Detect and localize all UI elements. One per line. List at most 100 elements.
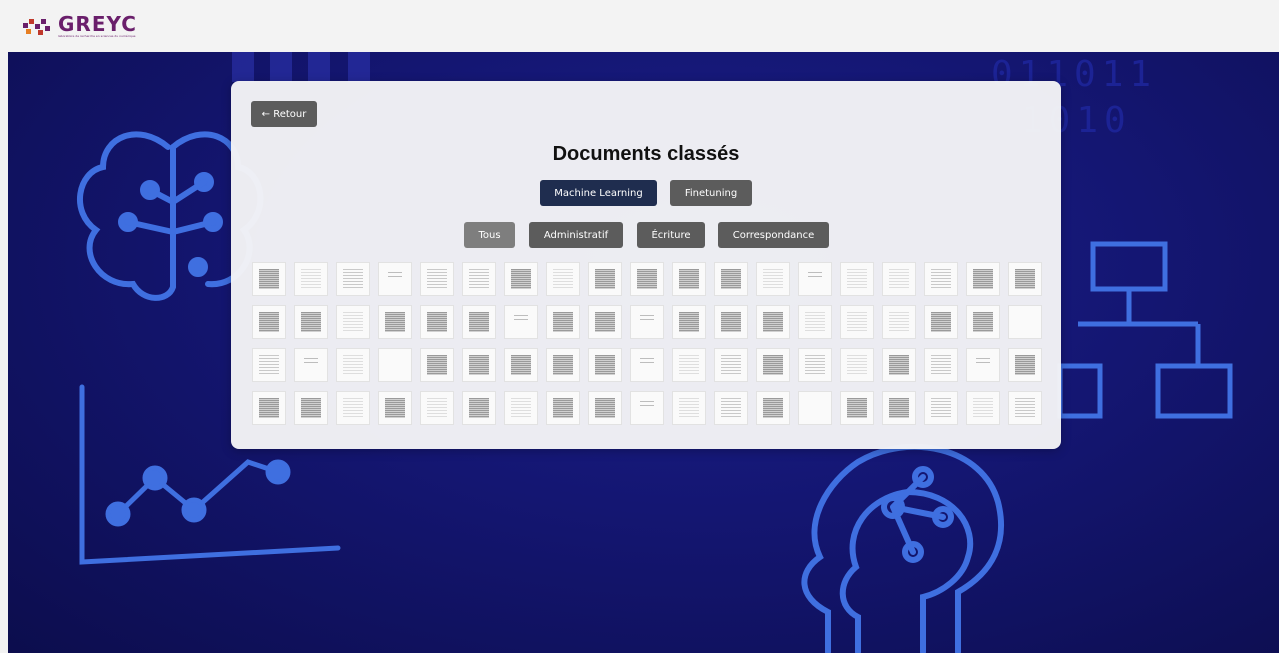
document-thumbnail[interactable] — [546, 348, 580, 382]
document-thumbnail[interactable] — [924, 305, 958, 339]
document-thumbnail[interactable] — [630, 305, 664, 339]
document-thumbnail[interactable] — [840, 348, 874, 382]
document-thumbnail[interactable] — [420, 262, 454, 296]
document-thumbnail[interactable] — [882, 348, 916, 382]
document-thumbnail[interactable] — [756, 391, 790, 425]
document-thumbnail[interactable] — [420, 348, 454, 382]
greyc-logo[interactable]: GREYC laboratoire de recherche en scienc… — [22, 14, 137, 38]
greyc-logo-icon — [23, 19, 50, 35]
document-thumbnail[interactable] — [672, 305, 706, 339]
document-thumbnail[interactable] — [924, 391, 958, 425]
document-thumbnail[interactable] — [966, 391, 1000, 425]
document-thumbnail[interactable] — [840, 262, 874, 296]
document-thumbnail[interactable] — [462, 348, 496, 382]
document-preview-lines — [514, 315, 528, 322]
document-preview-lines — [1015, 269, 1035, 289]
document-thumbnail[interactable] — [672, 348, 706, 382]
filter-ecriture[interactable]: Écriture — [637, 222, 705, 248]
document-thumbnail[interactable] — [1008, 262, 1042, 296]
document-thumbnail[interactable] — [1008, 305, 1042, 339]
document-thumbnail[interactable] — [336, 262, 370, 296]
document-thumbnail[interactable] — [504, 262, 538, 296]
tab-machine-learning[interactable]: Machine Learning — [540, 180, 657, 206]
document-preview-lines — [847, 355, 867, 375]
document-thumbnail[interactable] — [588, 348, 622, 382]
document-thumbnail[interactable] — [378, 391, 412, 425]
document-thumbnail[interactable] — [756, 262, 790, 296]
document-thumbnail[interactable] — [672, 391, 706, 425]
document-thumbnail[interactable] — [966, 262, 1000, 296]
document-thumbnail[interactable] — [546, 262, 580, 296]
document-thumbnail[interactable] — [588, 262, 622, 296]
document-thumbnail[interactable] — [672, 262, 706, 296]
filter-tous[interactable]: Tous — [464, 222, 515, 248]
document-thumbnail[interactable] — [756, 305, 790, 339]
document-thumbnail[interactable] — [630, 348, 664, 382]
document-thumbnail[interactable] — [588, 391, 622, 425]
document-thumbnail[interactable] — [462, 391, 496, 425]
document-thumbnail[interactable] — [504, 348, 538, 382]
document-thumbnail[interactable] — [798, 348, 832, 382]
document-thumbnail[interactable] — [840, 305, 874, 339]
document-thumbnail[interactable] — [966, 305, 1000, 339]
document-preview-lines — [679, 355, 699, 375]
document-thumbnail[interactable] — [882, 305, 916, 339]
document-thumbnail[interactable] — [252, 391, 286, 425]
document-preview-lines — [973, 398, 993, 418]
document-thumbnail[interactable] — [714, 262, 748, 296]
document-thumbnail[interactable] — [714, 305, 748, 339]
document-thumbnail[interactable] — [882, 391, 916, 425]
filter-administratif[interactable]: Administratif — [529, 222, 623, 248]
document-thumbnail[interactable] — [252, 348, 286, 382]
document-thumbnail[interactable] — [966, 348, 1000, 382]
document-thumbnail[interactable] — [756, 348, 790, 382]
document-preview-lines — [301, 312, 321, 332]
document-thumbnail[interactable] — [924, 348, 958, 382]
document-thumbnail[interactable] — [714, 348, 748, 382]
flowchart-icon — [1057, 241, 1233, 419]
document-thumbnail[interactable] — [462, 305, 496, 339]
document-thumbnail[interactable] — [630, 391, 664, 425]
document-thumbnail[interactable] — [504, 305, 538, 339]
document-thumbnail[interactable] — [798, 391, 832, 425]
document-thumbnail[interactable] — [504, 391, 538, 425]
document-thumbnail[interactable] — [882, 262, 916, 296]
tab-finetuning[interactable]: Finetuning — [670, 180, 752, 206]
document-thumbnail[interactable] — [420, 391, 454, 425]
document-thumbnail[interactable] — [252, 305, 286, 339]
document-thumbnail[interactable] — [798, 262, 832, 296]
document-thumbnail[interactable] — [378, 348, 412, 382]
back-button[interactable]: ← Retour — [251, 101, 317, 127]
document-preview-lines — [553, 269, 573, 289]
document-thumbnail[interactable] — [336, 305, 370, 339]
document-thumbnail[interactable] — [378, 262, 412, 296]
document-thumbnail[interactable] — [840, 391, 874, 425]
document-preview-lines — [469, 269, 489, 289]
document-thumbnail[interactable] — [546, 391, 580, 425]
document-thumbnail[interactable] — [1008, 391, 1042, 425]
document-thumbnail[interactable] — [294, 305, 328, 339]
document-thumbnail[interactable] — [714, 391, 748, 425]
document-thumbnail[interactable] — [336, 348, 370, 382]
document-thumbnail[interactable] — [924, 262, 958, 296]
document-thumbnail[interactable] — [420, 305, 454, 339]
document-thumbnail[interactable] — [252, 262, 286, 296]
document-thumbnail[interactable] — [336, 391, 370, 425]
document-thumbnail[interactable] — [1008, 348, 1042, 382]
document-thumbnail[interactable] — [798, 305, 832, 339]
document-preview-lines — [427, 398, 447, 418]
document-thumbnail[interactable] — [294, 391, 328, 425]
document-preview-lines — [763, 355, 783, 375]
document-thumbnail[interactable] — [462, 262, 496, 296]
document-thumbnail[interactable] — [294, 262, 328, 296]
document-thumbnail[interactable] — [630, 262, 664, 296]
document-preview-lines — [721, 269, 741, 289]
document-thumbnail[interactable] — [294, 348, 328, 382]
filter-correspondance[interactable]: Correspondance — [718, 222, 829, 248]
document-thumbnail[interactable] — [546, 305, 580, 339]
document-preview-lines — [301, 269, 321, 289]
document-preview-lines — [388, 272, 402, 279]
document-preview-lines — [637, 269, 657, 289]
document-thumbnail[interactable] — [378, 305, 412, 339]
document-thumbnail[interactable] — [588, 305, 622, 339]
